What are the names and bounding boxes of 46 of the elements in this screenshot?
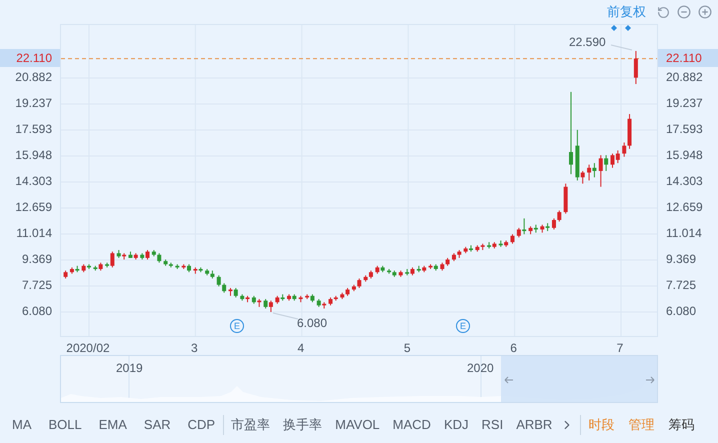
date-label: 2020/02 — [66, 340, 110, 357]
indicator-tab[interactable]: BOLL — [48, 415, 82, 435]
price-label: 15.948 — [15, 148, 52, 162]
price-label: 14.303 — [666, 174, 703, 188]
event-marker[interactable]: E — [456, 319, 470, 333]
low-price-label: 6.080 — [297, 315, 328, 332]
tool-link[interactable]: 筹码 — [668, 415, 694, 435]
date-label: 5 — [404, 340, 411, 357]
indicator-tab[interactable]: MACD — [392, 415, 431, 435]
high-price-label: 22.590 — [569, 34, 606, 51]
indicator-tab[interactable]: 换手率 — [283, 415, 322, 435]
date-label: 4 — [297, 340, 304, 357]
indicator-tab[interactable]: 市盈率 — [231, 415, 270, 435]
date-label: 7 — [616, 340, 624, 357]
price-label: 7.725 — [666, 278, 696, 292]
indicator-tab[interactable]: KDJ — [444, 415, 469, 435]
price-label: 12.659 — [15, 200, 52, 214]
price-label: 17.593 — [666, 122, 703, 136]
current-price-badge: 22.110 — [0, 49, 60, 67]
price-label: 7.725 — [22, 278, 52, 292]
indicator-tab[interactable]: RSI — [482, 415, 504, 435]
price-label: 6.080 — [22, 304, 52, 318]
price-label: 20.882 — [666, 70, 703, 84]
price-label: 9.369 — [22, 252, 52, 266]
price-label: 19.237 — [666, 96, 703, 110]
price-label: 20.882 — [15, 70, 52, 84]
price-label: 15.948 — [666, 148, 703, 162]
price-label: 6.080 — [666, 304, 696, 318]
adjust-mode-button[interactable]: 前复权 — [607, 2, 646, 22]
event-marker[interactable]: E — [230, 319, 244, 333]
price-label: 11.014 — [16, 226, 52, 240]
date-label: 6 — [510, 340, 517, 357]
indicator-tab[interactable]: MAVOL — [335, 415, 380, 435]
price-label: 12.659 — [666, 200, 703, 214]
date-label: 3 — [191, 340, 198, 357]
indicator-tab[interactable]: MA — [12, 415, 32, 435]
current-price-badge: 22.110 — [658, 49, 718, 67]
indicator-tab[interactable]: EMA — [98, 415, 127, 435]
indicator-tab[interactable]: ARBR — [516, 415, 552, 435]
price-label: 19.237 — [15, 96, 52, 110]
price-label: 11.014 — [666, 226, 702, 240]
indicator-tab[interactable]: CDP — [188, 415, 216, 435]
price-label: 14.303 — [15, 174, 52, 188]
price-label: 9.369 — [666, 252, 696, 266]
indicator-tab[interactable]: SAR — [144, 415, 171, 435]
price-label: 17.593 — [15, 122, 52, 136]
